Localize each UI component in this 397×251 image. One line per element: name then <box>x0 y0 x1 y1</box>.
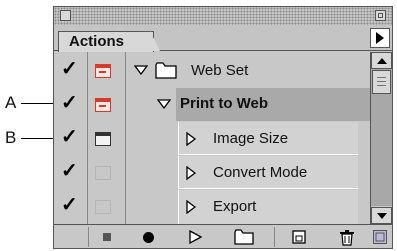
set-label: Web Set <box>191 62 249 79</box>
disclosure-open-icon[interactable] <box>157 99 171 109</box>
play-button[interactable] <box>184 228 206 246</box>
checkmark-icon[interactable]: ✓ <box>61 161 78 181</box>
disclosure-open-icon[interactable] <box>134 65 148 75</box>
scroll-thumb[interactable] <box>372 70 391 94</box>
tab-actions-label: Actions <box>69 33 125 50</box>
step-cell <box>178 190 358 224</box>
vertical-scrollbar[interactable] <box>370 52 392 224</box>
list-item-step[interactable]: ✓ Image Size <box>54 122 370 155</box>
list-item-set[interactable]: ✓ Web Set <box>54 54 370 87</box>
tab-row: Actions <box>54 25 392 52</box>
step-label: Export <box>213 198 257 215</box>
dialog-toggle-icon[interactable] <box>95 200 111 214</box>
play-icon <box>189 230 202 244</box>
trash-icon <box>340 229 354 246</box>
dialog-toggle-icon[interactable] <box>95 166 111 180</box>
dialog-toggle-icon[interactable] <box>95 132 111 146</box>
disclosure-closed-icon[interactable] <box>186 200 196 214</box>
zoom-box[interactable] <box>375 10 386 21</box>
new-set-button[interactable] <box>232 228 256 246</box>
dialog-toggle-icon[interactable] <box>95 98 111 112</box>
disclosure-closed-icon[interactable] <box>186 132 196 146</box>
resize-grip[interactable] <box>372 228 388 246</box>
record-button[interactable] <box>138 228 158 246</box>
actions-list: ✓ Web Set ✓ Print to Web ✓ Image Size ✓ … <box>54 52 372 224</box>
close-box[interactable] <box>60 10 71 21</box>
tab-actions[interactable]: Actions <box>58 31 154 52</box>
list-item-step[interactable]: ✓ Export <box>54 190 370 224</box>
disclosure-closed-icon[interactable] <box>186 166 196 180</box>
new-action-button[interactable] <box>288 228 310 246</box>
arrow-up-icon <box>376 57 387 64</box>
list-item-step[interactable]: ✓ Convert Mode <box>54 156 370 189</box>
callout-a-label: A <box>5 93 17 112</box>
folder-icon <box>234 229 254 245</box>
stop-icon <box>103 233 111 241</box>
triangle-right-icon <box>376 32 384 44</box>
checkmark-icon[interactable]: ✓ <box>61 195 78 215</box>
checkmark-icon[interactable]: ✓ <box>61 93 78 113</box>
scroll-up-button[interactable] <box>371 52 392 69</box>
checkmark-icon[interactable]: ✓ <box>61 59 78 79</box>
palette-toolbar <box>54 224 392 248</box>
folder-icon <box>155 62 177 79</box>
delete-button[interactable] <box>336 228 358 246</box>
stop-button[interactable] <box>98 228 116 246</box>
dialog-toggle-icon[interactable] <box>95 64 111 78</box>
new-action-icon <box>292 230 306 244</box>
callout-b-label: B <box>5 128 17 147</box>
step-label: Convert Mode <box>213 164 308 181</box>
toolbar-divider <box>274 227 275 247</box>
resize-grip-icon <box>373 230 387 244</box>
list-item-action[interactable]: ✓ Print to Web <box>54 88 372 121</box>
panel-menu-button[interactable] <box>370 28 390 48</box>
actions-palette: Actions ✓ Web Set ✓ Print to Web ✓ Image… <box>53 6 393 249</box>
toolbar-divider <box>88 227 89 247</box>
step-label: Image Size <box>213 130 289 147</box>
checkmark-icon[interactable]: ✓ <box>61 127 78 147</box>
arrow-down-icon <box>376 212 387 219</box>
scroll-down-button[interactable] <box>371 207 392 224</box>
action-label: Print to Web <box>180 95 269 112</box>
tab-edge <box>150 31 160 51</box>
palette-titlebar[interactable] <box>54 7 392 25</box>
record-icon <box>142 231 154 243</box>
